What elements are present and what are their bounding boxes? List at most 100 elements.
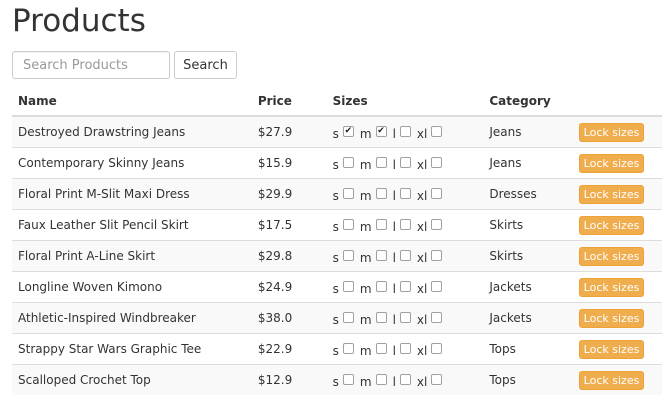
size-checkbox-xl[interactable] [431,342,443,354]
product-category: Jeans [483,147,573,179]
product-sizes: s m l xl [326,271,484,303]
size-label: s [332,189,339,203]
lock-sizes-button[interactable]: Lock sizes [578,246,645,266]
size-checkbox-s[interactable] [342,218,354,230]
table-row: Longline Woven Kimono $24.9 s m l xl Jacket… [12,271,662,303]
product-category: Jackets [483,302,573,334]
size-checkbox-m[interactable] [375,373,387,385]
table-row: Destroyed Drawstring Jeans $27.9 s ✔ m ✔ l xl… [12,116,662,148]
table-row: Athletic-Inspired Windbreaker $38.0 s m l x… [12,302,662,334]
size-checkbox-m[interactable] [375,187,387,199]
lock-sizes-button[interactable]: Lock sizes [578,308,645,328]
size-checkbox-m[interactable] [375,280,387,292]
product-category: Skirts [483,240,573,272]
product-actions: Lock sizes [572,209,662,241]
size-checkbox-l[interactable] [399,156,411,168]
size-label: xl [416,282,428,296]
size-label: l [392,375,396,389]
size-label: m [359,282,372,296]
product-price: $24.9 [251,271,327,303]
size-checkbox-l[interactable] [399,249,411,261]
table-header-row: Name Price Sizes Category [12,86,662,117]
table-row: Faux Leather Slit Pencil Skirt $17.5 s m l… [12,209,662,241]
lock-sizes-button[interactable]: Lock sizes [578,215,645,235]
table-row: Contemporary Skinny Jeans $15.9 s m l xl Je… [12,147,662,179]
size-label: s [332,158,339,172]
size-checkbox-m[interactable]: ✔ [375,125,387,137]
table-body: Destroyed Drawstring Jeans $27.9 s ✔ m ✔ l xl… [12,116,662,395]
size-checkbox-m[interactable] [375,249,387,261]
product-category: Tops [483,364,573,395]
size-checkbox-xl[interactable] [431,125,443,137]
size-checkbox-l[interactable] [399,218,411,230]
size-checkbox-l[interactable] [399,125,411,137]
size-checkbox-xl[interactable] [431,373,443,385]
size-checkbox-s[interactable]: ✔ [342,125,354,137]
product-name: Destroyed Drawstring Jeans [12,116,252,148]
size-checkbox-l[interactable] [399,280,411,292]
size-checkbox-s[interactable] [342,311,354,323]
size-label: l [392,251,396,265]
product-sizes: s m l xl [326,178,484,210]
size-checkbox-l[interactable] [399,342,411,354]
product-actions: Lock sizes [572,364,662,395]
size-checkbox-xl[interactable] [431,187,443,199]
size-checkbox-m[interactable] [375,156,387,168]
lock-sizes-button[interactable]: Lock sizes [578,153,645,173]
table-row: Strappy Star Wars Graphic Tee $22.9 s m l x… [12,333,662,365]
size-label: s [332,220,339,234]
size-checkbox-xl[interactable] [431,249,443,261]
product-category: Tops [483,333,573,365]
size-checkbox-l[interactable] [399,311,411,323]
lock-sizes-button[interactable]: Lock sizes [578,339,645,359]
size-label: xl [416,220,428,234]
header-name: Name [12,86,252,117]
size-checkbox-xl[interactable] [431,280,443,292]
search-input[interactable] [12,51,170,79]
product-category: Jeans [483,116,573,148]
size-checkbox-s[interactable] [342,342,354,354]
lock-sizes-button[interactable]: Lock sizes [578,122,645,142]
product-price: $22.9 [251,333,327,365]
product-name: Faux Leather Slit Pencil Skirt [12,209,252,241]
product-price: $27.9 [251,116,327,148]
size-checkbox-xl[interactable] [431,156,443,168]
size-checkbox-s[interactable] [342,187,354,199]
product-price: $15.9 [251,147,327,179]
size-checkbox-m[interactable] [375,218,387,230]
lock-sizes-button[interactable]: Lock sizes [578,277,645,297]
size-checkbox-l[interactable] [399,373,411,385]
size-label: m [359,158,372,172]
size-checkbox-s[interactable] [342,280,354,292]
product-actions: Lock sizes [572,302,662,334]
lock-sizes-button[interactable]: Lock sizes [578,184,645,204]
size-label: l [392,220,396,234]
size-label: l [392,127,396,141]
product-price: $17.5 [251,209,327,241]
size-label: m [359,344,372,358]
product-name: Strappy Star Wars Graphic Tee [12,333,252,365]
product-name: Athletic-Inspired Windbreaker [12,302,252,334]
table-row: Scalloped Crochet Top $12.9 s m l xl Tops L… [12,364,662,395]
page-title: Products [12,3,146,39]
size-label: s [332,282,339,296]
size-checkbox-l[interactable] [399,187,411,199]
size-label: l [392,313,396,327]
size-checkbox-m[interactable] [375,342,387,354]
size-label: xl [416,127,428,141]
size-label: m [359,189,372,203]
header-sizes: Sizes [326,86,484,117]
product-actions: Lock sizes [572,271,662,303]
lock-sizes-button[interactable]: Lock sizes [578,370,645,390]
size-checkbox-s[interactable] [342,249,354,261]
size-label: xl [416,251,428,265]
product-sizes: s m l xl [326,364,484,395]
size-checkbox-s[interactable] [342,373,354,385]
size-checkbox-m[interactable] [375,311,387,323]
search-button[interactable]: Search [174,51,237,79]
size-label: s [332,375,339,389]
size-checkbox-xl[interactable] [431,311,443,323]
size-checkbox-s[interactable] [342,156,354,168]
header-actions [572,86,662,117]
size-checkbox-xl[interactable] [431,218,443,230]
